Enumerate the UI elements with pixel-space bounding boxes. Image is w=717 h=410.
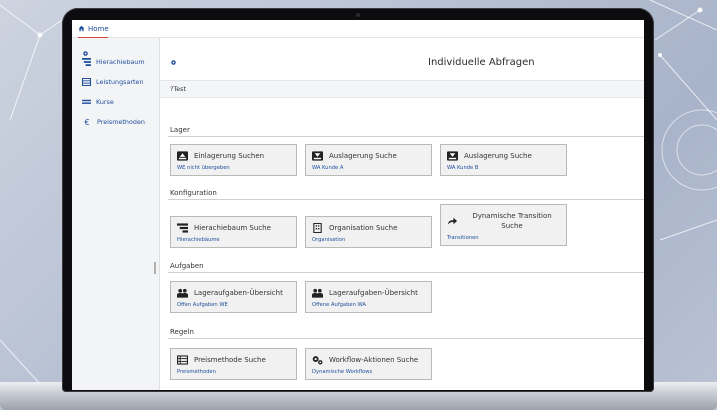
tile-subtitle-link[interactable]: Offen Aufgaben WE — [171, 300, 296, 312]
arrow-icon — [447, 217, 458, 225]
section-divider — [168, 199, 644, 200]
section-title-regeln: Regeln — [170, 328, 194, 336]
tile-auslagerung-suche-a[interactable]: Auslagerung Suche WA Kunde A — [305, 144, 432, 177]
sidebar-item-label: Kurse — [96, 98, 114, 106]
gears-icon — [312, 356, 323, 365]
storage-out-icon — [312, 151, 323, 161]
list-icon — [177, 355, 188, 365]
sidebar-resize-handle[interactable] — [154, 262, 156, 274]
gear-icon[interactable] — [170, 59, 177, 66]
tile-auslagerung-suche-b[interactable]: Auslagerung Suche WA Kunde B — [440, 144, 567, 177]
laptop-frame: Home Hierachiebaum Leistungsarten Kurse … — [62, 8, 654, 392]
tile-dynamische-transition-suche[interactable]: Dynamische Transition Suche Transitionen — [440, 204, 567, 247]
section-divider — [168, 272, 644, 273]
tile-title: Auslagerung Suche — [464, 152, 532, 160]
tile-subtitle-link[interactable]: Transitionen — [441, 233, 566, 245]
sidebar-item-kurse[interactable]: Kurse — [72, 92, 159, 112]
filter-text: ?Test — [170, 85, 186, 93]
home-icon — [78, 25, 85, 32]
tile-title: Auslagerung Suche — [329, 152, 397, 160]
users-icon — [312, 288, 323, 298]
top-bar: Home — [72, 20, 644, 38]
tile-lageraufgaben-we[interactable]: Lageraufgaben-Übersicht Offen Aufgaben W… — [170, 281, 297, 314]
tile-subtitle-link[interactable]: Offene Aufgaben WA — [306, 300, 431, 312]
courses-icon — [82, 99, 91, 104]
tile-title: Dynamische Transition Suche — [472, 212, 552, 231]
sidebar: Hierachiebaum Leistungsarten Kurse € Pre… — [72, 38, 160, 390]
sidebar-item-leistungsarten[interactable]: Leistungsarten — [72, 72, 159, 92]
hierarchy-icon — [177, 223, 188, 233]
storage-out-icon — [447, 151, 458, 161]
sidebar-item-label: Preismethoden — [97, 118, 145, 126]
tile-title: Workflow-Aktionen Suche — [329, 356, 419, 364]
tile-preismethode-suche[interactable]: Preismethode Suche Preismethoden — [170, 348, 297, 381]
tile-hierachiebaum-suche[interactable]: Hierachiebaum Suche Hierachiebäume — [170, 216, 297, 249]
tile-subtitle-link[interactable]: WA Kunde A — [306, 163, 431, 175]
tile-organisation-suche[interactable]: Organisation Suche Organisation — [305, 216, 432, 249]
tile-einlagerung-suchen[interactable]: Einlagerung Suchen WE nicht übergeben — [170, 144, 297, 177]
tile-title: Lageraufgaben-Übersicht — [194, 289, 283, 297]
section-title-lager: Lager — [170, 126, 190, 134]
tile-title: Organisation Suche — [329, 224, 398, 232]
tile-subtitle-link[interactable]: Hierachiebäume — [171, 235, 296, 247]
tile-subtitle-link[interactable]: Preismethoden — [171, 367, 296, 379]
tile-subtitle-link[interactable]: WA Kunde B — [441, 163, 566, 175]
page-title: Individuelle Abfragen — [428, 57, 535, 68]
section-title-aufgaben: Aufgaben — [170, 262, 204, 270]
home-tab-label: Home — [88, 24, 109, 33]
tile-title: Hierachiebaum Suche — [194, 224, 271, 232]
tile-subtitle-link[interactable]: WE nicht übergeben — [171, 163, 296, 175]
tile-lageraufgaben-wa[interactable]: Lageraufgaben-Übersicht Offene Aufgaben … — [305, 281, 432, 314]
sidebar-item-label: Hierachiebaum — [96, 58, 145, 66]
euro-icon: € — [84, 117, 90, 127]
section-divider — [168, 136, 644, 137]
camera-icon — [356, 13, 360, 17]
tile-subtitle-link[interactable]: Dynamische Workflows — [306, 367, 431, 379]
tile-workflow-aktionen-suche[interactable]: Workflow-Aktionen Suche Dynamische Workf… — [305, 348, 432, 381]
tile-title: Lageraufgaben-Übersicht — [329, 289, 418, 297]
tile-title: Preismethode Suche — [194, 356, 266, 364]
filter-bar[interactable]: ?Test — [160, 80, 644, 98]
users-icon — [177, 288, 188, 298]
main-header: Individuelle Abfragen — [160, 38, 644, 80]
storage-in-icon — [177, 151, 188, 161]
section-title-konfiguration: Konfiguration — [170, 189, 217, 197]
app-screen: Home Hierachiebaum Leistungsarten Kurse … — [72, 20, 644, 390]
settings-gear-icon[interactable] — [82, 50, 89, 57]
section-divider — [168, 338, 644, 339]
hierarchy-icon — [82, 58, 91, 66]
tile-title: Einlagerung Suchen — [194, 152, 265, 160]
main-content: Individuelle Abfragen ?Test Lager Einlag… — [160, 38, 644, 390]
building-icon — [313, 223, 322, 234]
sidebar-item-preismethoden[interactable]: € Preismethoden — [72, 112, 159, 132]
sidebar-item-label: Leistungsarten — [96, 78, 144, 86]
tile-subtitle-link[interactable]: Organisation — [306, 235, 431, 247]
home-tab[interactable]: Home — [78, 25, 109, 33]
table-icon — [82, 78, 91, 86]
